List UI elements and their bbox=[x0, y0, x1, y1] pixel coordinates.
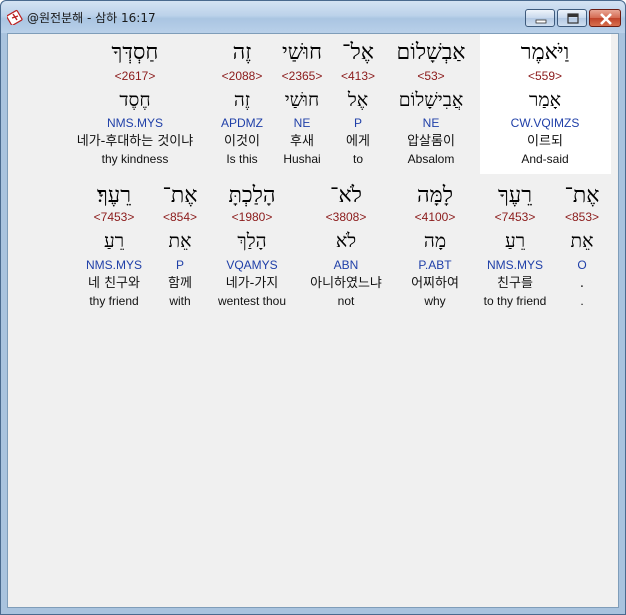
hebrew-word[interactable]: הָלַכְתָּ bbox=[214, 183, 290, 209]
strong-number[interactable]: <7453> bbox=[76, 210, 152, 224]
root-word: מָה bbox=[423, 230, 447, 252]
strong-number[interactable]: <2365> bbox=[273, 69, 331, 83]
english-gloss: thy kindness bbox=[101, 152, 169, 166]
korean-gloss: 함께 bbox=[168, 276, 192, 291]
korean-gloss: 아니하였느냐 bbox=[310, 276, 382, 291]
root-word: חוּשַׁי bbox=[284, 89, 320, 111]
parse-code: P bbox=[175, 258, 184, 272]
hebrew-word[interactable]: אֶל־ bbox=[334, 40, 382, 66]
english-gloss: Hushai bbox=[283, 152, 321, 166]
hebrew-word[interactable]: לֹא־ bbox=[298, 183, 394, 209]
english-gloss: to bbox=[352, 152, 363, 166]
korean-gloss: 이르되 bbox=[527, 134, 563, 149]
hebrew-word[interactable]: רֵעֶךָ׃ bbox=[76, 183, 152, 209]
korean-gloss: 이것이 bbox=[224, 134, 260, 149]
strong-number[interactable]: <2088> bbox=[212, 69, 272, 83]
korean-gloss: 에게 bbox=[346, 134, 370, 149]
english-gloss: thy friend bbox=[89, 294, 139, 308]
root-word: חֶסֶד bbox=[119, 89, 151, 111]
parse-code: NE bbox=[293, 116, 311, 130]
root-word: הָלַךְ bbox=[237, 230, 267, 252]
title-bar[interactable]: @원전분해 - 삼하 16:17 bbox=[1, 1, 625, 33]
window-title: @원전분해 - 삼하 16:17 bbox=[27, 11, 156, 25]
strong-number[interactable]: <413> bbox=[334, 69, 382, 83]
parse-code: P bbox=[353, 116, 362, 130]
english-gloss: . bbox=[580, 294, 584, 308]
root-word: רֵעַ bbox=[103, 230, 125, 252]
english-gloss: Is this bbox=[226, 152, 258, 166]
english-gloss: not bbox=[337, 294, 355, 308]
root-word: לֹא bbox=[335, 230, 357, 252]
korean-gloss: 네가-가지 bbox=[225, 276, 279, 291]
korean-gloss: . bbox=[579, 276, 585, 291]
parse-code: NMS.MYS bbox=[85, 258, 142, 272]
parse-code: NMS.MYS bbox=[486, 258, 543, 272]
parse-code: VQAMYS bbox=[226, 258, 278, 272]
english-gloss: why bbox=[424, 294, 446, 308]
strong-number[interactable]: <1980> bbox=[214, 210, 290, 224]
root-word: זֶה bbox=[233, 89, 251, 111]
hebrew-word[interactable]: חַסְדְּךָ bbox=[60, 40, 210, 66]
parse-code: ABN bbox=[333, 258, 359, 272]
parse-code: NMS.MYS bbox=[106, 116, 163, 130]
root-word: אֵת bbox=[570, 230, 594, 252]
app-window: @원전분해 - 삼하 16:17 וַיֹּאמֶר <559> אָמַר C… bbox=[0, 0, 626, 615]
hebrew-word[interactable]: זֶה bbox=[212, 40, 272, 66]
hebrew-word[interactable]: אֶת־ bbox=[158, 183, 202, 209]
strong-number[interactable]: <559> bbox=[481, 69, 609, 83]
english-gloss: And-said bbox=[521, 152, 569, 166]
cross-book-icon bbox=[7, 9, 23, 25]
english-gloss: with bbox=[169, 294, 191, 308]
maximize-button[interactable] bbox=[557, 9, 587, 27]
minimize-icon bbox=[535, 19, 547, 24]
root-word: רֵעַ bbox=[504, 230, 526, 252]
root-word: אֲבִישָׁלוֹם bbox=[398, 89, 464, 111]
interlinear-panel: וַיֹּאמֶר <559> אָמַר CW.VQIMZS 이르되 And-… bbox=[7, 33, 619, 608]
hebrew-word[interactable]: וַיֹּאמֶר bbox=[481, 40, 609, 66]
hebrew-word[interactable]: רֵעֶךָ bbox=[473, 183, 557, 209]
hebrew-word[interactable]: אֶת־ bbox=[559, 183, 605, 209]
korean-gloss: 네 친구와 bbox=[88, 276, 140, 291]
parse-code: O bbox=[577, 258, 587, 272]
maximize-icon bbox=[567, 13, 579, 24]
parse-code: CW.VQIMZS bbox=[510, 116, 580, 130]
korean-gloss: 어찌하여 bbox=[411, 276, 459, 291]
korean-gloss: 후새 bbox=[290, 134, 314, 149]
strong-number[interactable]: <854> bbox=[158, 210, 202, 224]
close-button[interactable] bbox=[589, 9, 621, 27]
english-gloss: Absalom bbox=[407, 152, 455, 166]
parse-code: P.ABT bbox=[418, 258, 452, 272]
hebrew-word[interactable]: לָמָּה bbox=[397, 183, 473, 209]
strong-number[interactable]: <4100> bbox=[397, 210, 473, 224]
korean-gloss: 압살롬이 bbox=[407, 134, 455, 149]
strong-number[interactable]: <53> bbox=[381, 69, 481, 83]
korean-gloss: 친구를 bbox=[497, 276, 533, 291]
hebrew-word[interactable]: חוּשַׁי bbox=[273, 40, 331, 66]
parse-code: APDMZ bbox=[221, 116, 263, 130]
strong-number[interactable]: <853> bbox=[559, 210, 605, 224]
root-word: אָמַר bbox=[529, 89, 561, 111]
close-icon bbox=[600, 13, 612, 25]
parse-code: NE bbox=[422, 116, 440, 130]
minimize-button[interactable] bbox=[525, 9, 555, 27]
korean-gloss: 네가-후대하는 것이냐 bbox=[76, 134, 194, 149]
english-gloss: wentest thou bbox=[217, 294, 287, 308]
strong-number[interactable]: <3808> bbox=[298, 210, 394, 224]
english-gloss: to thy friend bbox=[483, 294, 547, 308]
root-word: אֵת bbox=[168, 230, 192, 252]
hebrew-word[interactable]: אַבְשָׁלוֹם bbox=[381, 40, 481, 66]
root-word: אֶל bbox=[347, 89, 369, 111]
strong-number[interactable]: <7453> bbox=[473, 210, 557, 224]
strong-number[interactable]: <2617> bbox=[60, 69, 210, 83]
